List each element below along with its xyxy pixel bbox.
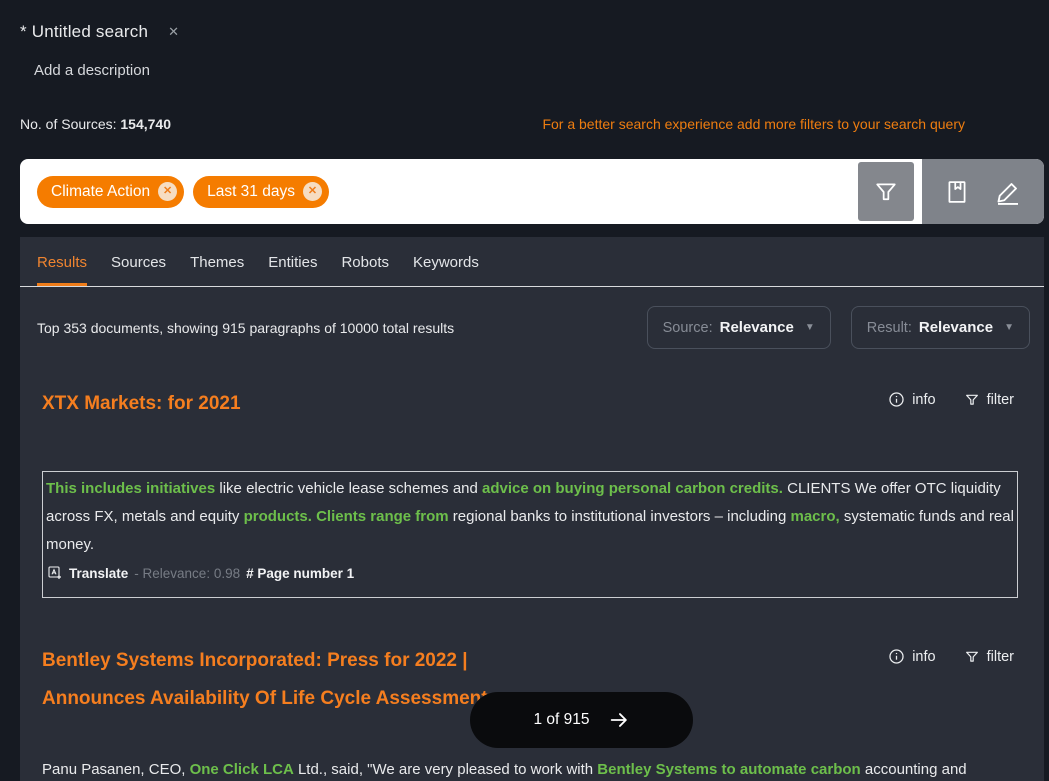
search-title: * Untitled search [20,22,148,42]
sort-label: Result: [867,320,912,336]
highlighted-text: Bentley Systems to automate carbon [597,761,860,778]
save-search-button[interactable] [943,178,971,206]
funnel-icon [872,178,900,206]
chevron-down-icon: ▼ [805,322,815,333]
paragraph-text: This includes initiatives like electric … [46,475,1014,559]
info-label: info [912,392,935,408]
info-button[interactable]: info [888,391,935,408]
edit-search-button[interactable] [993,177,1023,207]
chip-last-31-days[interactable]: Last 31 days ✕ [193,176,329,208]
result-header: XTX Markets: for 2021 info filter [20,385,1044,423]
result-title-link[interactable]: Announces Availability Of Life Cycle Ass… [42,680,509,718]
translate-label: Translate [69,566,128,581]
tab-robots[interactable]: Robots [341,254,389,286]
highlighted-text: This includes initiatives [46,480,219,497]
sort-value: Relevance [919,319,993,336]
pagination-counter: 1 of 915 [533,711,589,729]
results-summary: Top 353 documents, showing 915 paragraph… [37,320,454,336]
result-title-block: Bentley Systems Incorporated: Press for … [42,642,509,718]
translate-icon [47,565,63,581]
plain-text: like electric vehicle lease schemes and [219,480,482,497]
tab-themes[interactable]: Themes [190,254,244,286]
filter-icon [964,649,980,665]
tab-sources[interactable]: Sources [111,254,166,286]
highlighted-text: advice on buying personal carbon credits… [482,480,783,497]
search-bar[interactable]: Climate Action ✕ Last 31 days ✕ [20,159,1044,224]
bookmark-icon [943,178,971,206]
chip-remove-icon[interactable]: ✕ [303,182,322,201]
chip-climate-action[interactable]: Climate Action ✕ [37,176,184,208]
result-actions: info filter [888,391,1014,408]
info-icon [888,648,905,665]
filter-label: filter [987,649,1014,665]
highlighted-text: macro, [791,508,840,525]
plain-text: Ltd., said, "We are very pleased to work… [294,761,598,778]
next-arrow-icon[interactable] [608,709,630,731]
sources-count: 154,740 [120,116,171,132]
translate-button[interactable]: Translate [47,565,128,581]
chip-remove-icon[interactable]: ✕ [158,182,177,201]
paragraph-footer: Translate - Relevance: 0.98 # Page numbe… [46,565,1014,581]
filter-funnel-button[interactable] [858,162,914,221]
info-icon [888,391,905,408]
pencil-icon [993,177,1023,207]
page-number: # Page number 1 [246,566,354,581]
sources-label: No. of Sources: [20,116,117,132]
result-title-link[interactable]: Bentley Systems Incorporated: Press for … [42,642,509,680]
highlighted-text: products. Clients range from [244,508,449,525]
tab-results[interactable]: Results [37,254,87,286]
chip-label: Climate Action [51,183,150,201]
chip-label: Last 31 days [207,183,295,201]
filter-label: filter [987,392,1014,408]
pagination-pill[interactable]: 1 of 915 [470,692,693,748]
filter-button[interactable]: filter [964,648,1014,665]
result-title-link[interactable]: XTX Markets: for 2021 [42,385,241,423]
tab-entities[interactable]: Entities [268,254,317,286]
add-description-field[interactable]: Add a description [34,62,1029,79]
sort-label: Source: [663,320,713,336]
search-header: * Untitled search ✕ Add a description [0,0,1049,79]
tab-bar: Results Sources Themes Entities Robots K… [20,237,1044,287]
filter-hint-text: For a better search experience add more … [542,116,965,132]
sort-controls: Source: Relevance ▼ Result: Relevance ▼ [647,306,1030,349]
chevron-down-icon: ▼ [1004,322,1014,333]
filter-button[interactable]: filter [964,391,1014,408]
info-label: info [912,649,935,665]
result-sort-dropdown[interactable]: Result: Relevance ▼ [851,306,1030,349]
result-paragraph[interactable]: Panu Pasanen, CEO, One Click LCA Ltd., s… [42,756,1018,781]
relevance-score: - Relevance: 0.98 [134,566,240,581]
filter-icon [964,392,980,408]
results-toolbar: Top 353 documents, showing 915 paragraph… [20,306,1044,349]
result-actions: info filter [888,648,1014,665]
search-bar-actions [922,159,1044,224]
sort-value: Relevance [720,319,794,336]
sources-row: No. of Sources: 154,740 For a better sea… [0,116,1049,132]
tab-keywords[interactable]: Keywords [413,254,479,286]
source-sort-dropdown[interactable]: Source: Relevance ▼ [647,306,831,349]
info-button[interactable]: info [888,648,935,665]
highlighted-text: One Click LCA [190,761,294,778]
plain-text: regional banks to institutional investor… [449,508,791,525]
result-paragraph[interactable]: This includes initiatives like electric … [42,471,1018,598]
sources-count-label: No. of Sources: 154,740 [20,116,171,132]
plain-text: Panu Pasanen, CEO, [42,761,190,778]
close-icon[interactable]: ✕ [168,24,179,40]
